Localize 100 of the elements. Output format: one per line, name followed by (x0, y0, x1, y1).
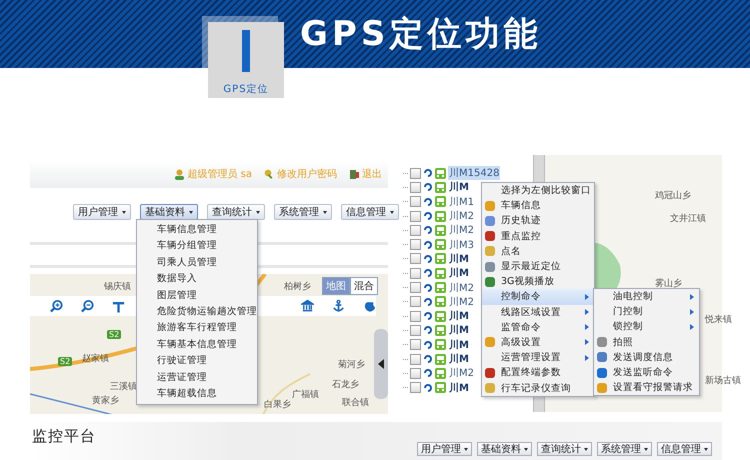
menu-icon (484, 245, 496, 258)
menu-item[interactable]: 历史轨迹 (482, 213, 594, 229)
vehicle-plate[interactable]: 川M (448, 309, 470, 324)
checkbox[interactable] (410, 239, 421, 250)
checkbox[interactable] (410, 354, 421, 364)
menu-item[interactable]: 运营证管理 (137, 370, 257, 386)
road-badge: S2 (58, 357, 72, 366)
vehicle-plate[interactable]: 川M2 (448, 280, 475, 295)
menu-button[interactable]: 信息管理 (341, 204, 399, 220)
vehicle-plate[interactable]: 川M (448, 266, 470, 280)
vehicle-plate[interactable]: 川M (448, 180, 470, 194)
vehicle-plate[interactable]: 川M2 (448, 223, 475, 238)
map-label: 雾山乡 (655, 278, 682, 290)
checkbox[interactable] (410, 268, 421, 279)
vehicle-plate[interactable]: 川M (448, 352, 470, 366)
anchor-icon[interactable] (332, 299, 345, 313)
menu-item[interactable]: 监管命令 (482, 320, 594, 335)
menu-item[interactable]: 配置终端参数 (482, 365, 594, 380)
menu-item[interactable]: 门控制 (594, 304, 699, 320)
submenu-arrow-icon (585, 354, 589, 361)
bank-icon[interactable] (300, 299, 314, 313)
checkbox[interactable] (410, 324, 421, 336)
vehicle-plate[interactable]: 川M (448, 323, 470, 338)
menu-item[interactable]: 控制命令 (482, 289, 594, 304)
menu-item[interactable]: 油电控制 (594, 289, 699, 304)
vehicle-plate[interactable]: 川M2 (448, 294, 475, 309)
menu-button[interactable]: 用户管理 (73, 204, 131, 220)
checkbox[interactable] (410, 310, 421, 322)
menu-item[interactable]: 车辆信息管理 (137, 222, 257, 238)
checkbox[interactable] (410, 196, 421, 208)
zoom-out-icon[interactable] (81, 299, 94, 313)
checkbox[interactable] (410, 253, 421, 264)
menu-icon (484, 200, 496, 212)
menu-item[interactable]: 拍照 (594, 334, 699, 350)
menu-item[interactable]: 选择为左侧比较窗口 (482, 183, 594, 198)
menu-item[interactable]: 点名 (482, 244, 594, 259)
menu-item[interactable]: 旅游客车行程管理 (137, 320, 257, 337)
vehicle-plate[interactable]: 川M1 (448, 194, 475, 209)
vehicle-plate[interactable]: 川M (448, 338, 470, 352)
checkbox[interactable] (410, 339, 421, 350)
menu-button[interactable]: 系统管理 (597, 442, 652, 456)
vehicle-plate[interactable]: 川M15428 (448, 166, 500, 180)
vehicle-plate[interactable]: 川M2 (448, 209, 475, 224)
refresh-icon (423, 182, 433, 192)
menu-item[interactable]: 线路区域设置 (482, 304, 594, 320)
submenu-arrow-icon (690, 324, 694, 330)
map-type-tab[interactable]: 混合 (350, 277, 378, 295)
menu-item[interactable]: 司乘人员管理 (137, 254, 257, 272)
caret-icon (122, 210, 126, 214)
checkbox[interactable] (410, 224, 421, 236)
bus-icon (435, 168, 446, 179)
menu-button[interactable]: 信息管理 (657, 442, 712, 456)
menu-item[interactable]: 危险货物运输趟次管理 (137, 304, 257, 320)
menu-icon (484, 366, 496, 379)
vehicle-plate[interactable]: 川M2 (448, 366, 475, 380)
menu-item[interactable]: 图层管理 (137, 288, 257, 304)
map-label: 三溪镇 (110, 380, 137, 393)
menu-button[interactable]: 系统管理 (274, 204, 332, 220)
menu-button[interactable]: 用户管理 (417, 442, 472, 456)
vehicle-plate[interactable]: 川M (448, 380, 470, 395)
menu-button[interactable]: 基础资料 (477, 442, 532, 456)
menu-item[interactable]: 设置看守报警请求 (594, 380, 699, 396)
menu-item[interactable]: 3G视频播放 (482, 274, 594, 290)
checkbox[interactable] (410, 210, 421, 222)
menu-item[interactable]: 高级设置 (482, 334, 594, 350)
map-label: 黄家乡 (92, 394, 119, 407)
checkbox[interactable] (410, 182, 421, 193)
checkbox[interactable] (410, 382, 421, 394)
menu-item[interactable]: 显示最近定位 (482, 258, 594, 274)
menu-item[interactable]: 车辆分组管理 (137, 238, 257, 255)
menu-button[interactable]: 查询统计 (207, 204, 265, 220)
menu-button[interactable]: 基础资料 (140, 204, 198, 220)
menu-item[interactable]: 行驶证管理 (137, 353, 257, 370)
checkbox[interactable] (410, 296, 421, 308)
badge-label: GPS定位 (223, 82, 269, 96)
menu-item[interactable]: 运营管理设置 (482, 350, 594, 366)
vehicle-plate[interactable]: 川M (448, 252, 470, 266)
door-icon (349, 168, 360, 180)
checkbox[interactable] (410, 368, 421, 379)
menu-item[interactable]: 数据导入 (137, 271, 257, 288)
collapse-handle-icon[interactable] (374, 329, 388, 399)
bus-icon (435, 282, 446, 294)
zoom-in-icon[interactable] (50, 299, 64, 313)
submenu-arrow-icon (585, 294, 589, 300)
vehicle-plate[interactable]: 川M3 (448, 238, 475, 252)
menu-item[interactable]: 车辆超载信息 (137, 386, 257, 402)
menu-item[interactable]: 锁控制 (594, 319, 699, 335)
menu-item[interactable]: 行车记录仪查询 (482, 380, 594, 396)
refresh-icon (423, 354, 433, 364)
menu-item[interactable]: 发送调度信息 (594, 350, 699, 365)
menu-item[interactable]: 车辆信息 (482, 198, 594, 214)
menu-item[interactable]: 重点监控 (482, 228, 594, 244)
menu-item[interactable]: 车辆基本信息管理 (137, 336, 257, 354)
menu-item[interactable]: 发送监听命令 (594, 364, 699, 380)
refresh-icon (423, 196, 433, 207)
bus-icon (435, 296, 446, 308)
submenu-arrow-icon (690, 294, 694, 300)
checkbox[interactable] (410, 282, 421, 294)
menu-button[interactable]: 查询统计 (537, 442, 592, 456)
checkbox[interactable] (410, 168, 421, 179)
